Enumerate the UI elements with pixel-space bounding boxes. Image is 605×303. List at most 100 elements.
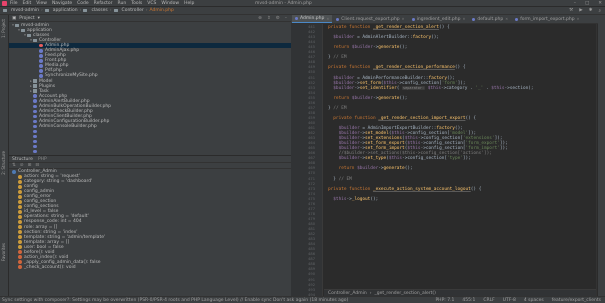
breadcrumb-item[interactable]: mvsd-admin	[11, 8, 39, 13]
tab-structure[interactable]: 2: Structure	[1, 151, 6, 175]
code-line[interactable]: $builder = AdminAlertBuilder::factory();	[328, 35, 439, 40]
search-icon[interactable]: ⌕	[598, 8, 601, 14]
status-indicator[interactable]: UTF-8	[503, 298, 516, 303]
code-line[interactable]: } // EM	[328, 106, 347, 111]
close-icon[interactable]: ✕	[505, 17, 508, 21]
breadcrumb-separator: ›	[79, 8, 82, 13]
build-icon[interactable]: ⚒	[569, 8, 573, 14]
minimize-icon[interactable]: –	[574, 1, 576, 6]
code-line[interactable]: $this->_logout();	[328, 197, 378, 202]
menu-item-view[interactable]: View	[36, 1, 47, 6]
php-file-icon	[515, 17, 519, 21]
chevron-down-icon[interactable]: ▾	[38, 16, 40, 21]
code-token: ->section);	[504, 85, 534, 91]
close-icon[interactable]: ✕	[326, 17, 329, 21]
editor-breadcrumbs: Controller_Admin › _get_render_section_a…	[324, 289, 596, 296]
menu-item-run[interactable]: Run	[118, 1, 127, 6]
status-indicator[interactable]: CRLF	[483, 298, 494, 303]
field-icon	[18, 179, 22, 184]
editor-tab[interactable]: default.php ✕	[469, 15, 512, 23]
tab-php-panel[interactable]: PHP	[38, 157, 47, 162]
menu-item-edit[interactable]: Edit	[23, 1, 32, 6]
code-line[interactable]: private function _get_render_section_ale…	[328, 25, 450, 30]
code-line[interactable]: } // EM	[328, 177, 352, 182]
code-token: }	[328, 176, 339, 182]
code-line[interactable]: return $builder->generate();	[328, 45, 407, 50]
code-line[interactable]: $builder->set_identifier( separator: $th…	[328, 85, 534, 91]
close-icon[interactable]: ✕	[402, 17, 405, 21]
collapse-icon[interactable]: ⇕	[267, 16, 271, 21]
maximize-icon[interactable]: □	[585, 1, 589, 6]
close-icon[interactable]: ✕	[577, 17, 580, 21]
code-area[interactable]: private function _get_render_section_ale…	[324, 24, 596, 296]
code-line[interactable]: $builder->set_type($this->config_section…	[328, 156, 471, 161]
menu-item-vcs[interactable]: VCS	[147, 1, 156, 6]
collapse-all-icon[interactable]: ⊟	[35, 163, 39, 168]
code-token: $builder	[357, 166, 379, 172]
editor-tab[interactable]: form_import_export.php ✕	[512, 15, 583, 23]
menu-item-help[interactable]: Help	[184, 1, 194, 6]
editor-tab-label: default.php	[477, 16, 504, 22]
sort-icon[interactable]: ⇅	[12, 163, 16, 168]
close-icon[interactable]: ✕	[462, 17, 465, 21]
editor-tab[interactable]: Admin.php ✕	[292, 15, 333, 23]
editor-tab[interactable]: ingredient_edit.php ✕	[408, 15, 469, 23]
gear-icon[interactable]: ⚙	[276, 16, 280, 21]
locate-icon[interactable]: ⊕	[258, 16, 262, 21]
code-token: ]);	[462, 156, 471, 162]
code-token: private function	[328, 25, 373, 30]
status-indicator[interactable]: 4 spaces	[524, 298, 544, 303]
line-number: 470	[308, 171, 315, 176]
breadcrumb-item[interactable]: Controller	[122, 8, 144, 13]
code-line[interactable]: return $builder->generate();	[328, 166, 413, 171]
code-token: generate	[383, 166, 405, 172]
menu-item-file[interactable]: File	[10, 1, 18, 6]
code-line[interactable]: } // EM	[328, 55, 347, 60]
status-indicator[interactable]: PHP: 7.1	[435, 298, 454, 303]
debug-icon[interactable]: ✱	[589, 8, 593, 14]
menu-item-navigate[interactable]: Navigate	[52, 1, 72, 6]
hide-icon[interactable]: –	[285, 16, 287, 21]
line-number: 458	[308, 110, 315, 115]
project-panel-title[interactable]: Project	[19, 16, 34, 21]
line-number: 493	[308, 287, 315, 292]
breadcrumb-class[interactable]: Controller_Admin	[328, 291, 367, 296]
code-line[interactable]: private function _get_render_section_imp…	[328, 116, 476, 121]
menu-item-tools[interactable]: Tools	[131, 1, 142, 6]
php-file-icon	[33, 104, 37, 109]
structure-item[interactable]: _check_account(): void	[9, 265, 291, 270]
git-branch[interactable]: feature/export_clients	[552, 298, 601, 303]
tab-structure-panel[interactable]: Structure	[12, 157, 33, 162]
menu-item-refactor[interactable]: Refactor	[94, 1, 113, 6]
line-number: 487	[308, 257, 315, 262]
code-line[interactable]: private function _get_render_section_per…	[328, 65, 465, 70]
tab-project[interactable]: 1: Project	[1, 19, 6, 38]
status-message[interactable]: Sync settings with composer?: Settings m…	[2, 298, 348, 303]
breadcrumb-method[interactable]: _get_render_section_alert()	[375, 291, 436, 296]
run-icon[interactable]: ▶	[579, 8, 582, 14]
close-icon[interactable]: ✕	[598, 1, 602, 6]
expand-icon[interactable]: ⊞	[28, 163, 32, 168]
menu-item-code[interactable]: Code	[77, 1, 89, 6]
folder-icon	[44, 8, 49, 13]
menu-item-window[interactable]: Window	[161, 1, 179, 6]
status-indicator[interactable]: 455:1	[462, 298, 475, 303]
code-token: ();	[399, 45, 408, 51]
code-token: set_type	[365, 156, 387, 162]
field-icon	[18, 174, 22, 179]
breadcrumb-item[interactable]: classes	[91, 8, 107, 13]
code-editor[interactable]: 441 442 443 444 445 446 447 448 449 450 451 452 453 4…	[291, 24, 605, 297]
breadcrumb-item[interactable]: application	[53, 8, 78, 13]
code-token: _execute_action_system_account_logout	[372, 186, 471, 192]
right-tool-stripe	[598, 15, 605, 296]
breadcrumb-file[interactable]: Admin.php	[150, 8, 174, 13]
editor-tabs: Admin.php ✕ Client.request_export.php ✕ ingr…	[291, 15, 605, 24]
code-line[interactable]: private function _execute_action_system_…	[328, 187, 481, 192]
filter-icon[interactable]: ⊘	[20, 163, 24, 168]
code-token: ();	[370, 196, 379, 202]
tab-favorites[interactable]: Favorites	[1, 243, 6, 261]
code-line[interactable]: return $builder->generate();	[328, 96, 407, 101]
code-token: $builder	[328, 156, 360, 162]
line-number: 445	[308, 45, 315, 50]
editor-tab[interactable]: Client.request_export.php ✕	[333, 15, 408, 23]
